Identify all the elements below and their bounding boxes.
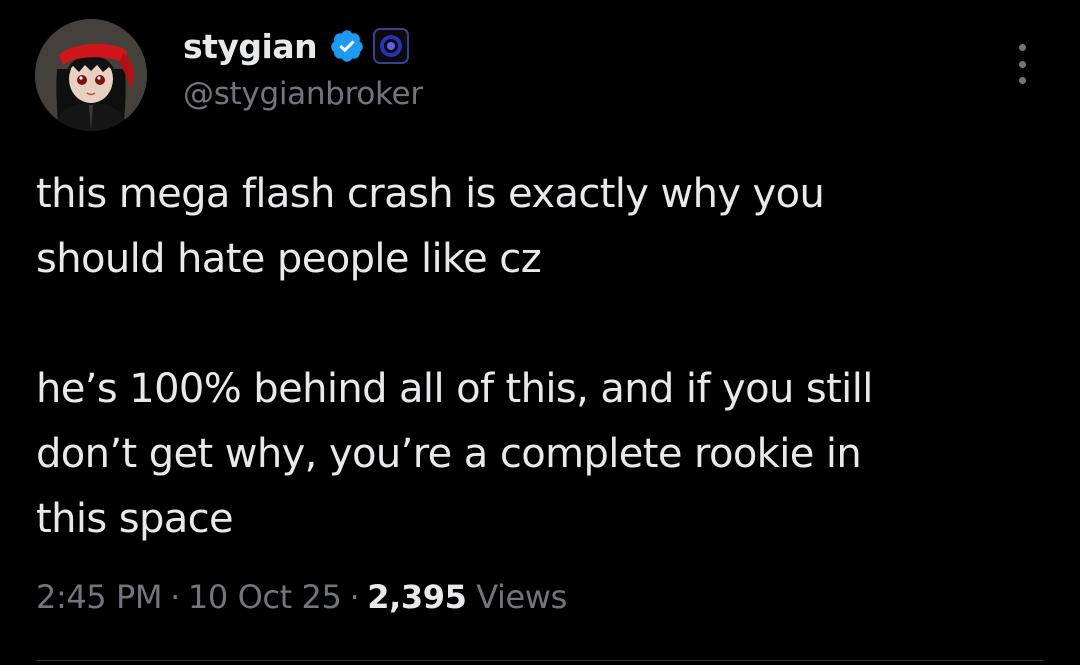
views-count[interactable]: 2,395	[367, 578, 467, 616]
tweet-meta: 2:45 PM · 10 Oct 25 · 2,395 Views	[36, 578, 567, 616]
tweet-paragraph-1: this mega flash crash is exactly why you…	[36, 171, 825, 282]
tweet-text: this mega flash crash is exactly why you…	[36, 162, 1046, 552]
more-options-icon[interactable]	[1010, 44, 1034, 84]
avatar[interactable]	[35, 19, 147, 131]
avatar-image	[35, 19, 147, 131]
verified-badge-icon[interactable]	[329, 28, 365, 64]
divider	[36, 660, 1044, 661]
author-name-row: stygian	[183, 24, 410, 68]
tweet-paragraph-2: he’s 100% behind all of this, and if you…	[36, 366, 873, 542]
tweet-time[interactable]: 2:45 PM	[36, 578, 163, 616]
affiliate-badge-icon[interactable]	[373, 28, 410, 64]
more-dot	[1018, 77, 1026, 84]
more-dot	[1018, 60, 1026, 68]
author-handle[interactable]: @stygianbroker	[183, 76, 423, 112]
separator: ·	[170, 578, 180, 616]
separator: ·	[349, 578, 360, 616]
display-name[interactable]: stygian	[183, 27, 318, 66]
tweet-date[interactable]: 10 Oct 25	[188, 578, 342, 616]
views-label: Views	[476, 578, 567, 616]
tweet-card: stygian @stygianbroker this mega flash c…	[0, 0, 1080, 665]
more-dot	[1018, 44, 1026, 51]
